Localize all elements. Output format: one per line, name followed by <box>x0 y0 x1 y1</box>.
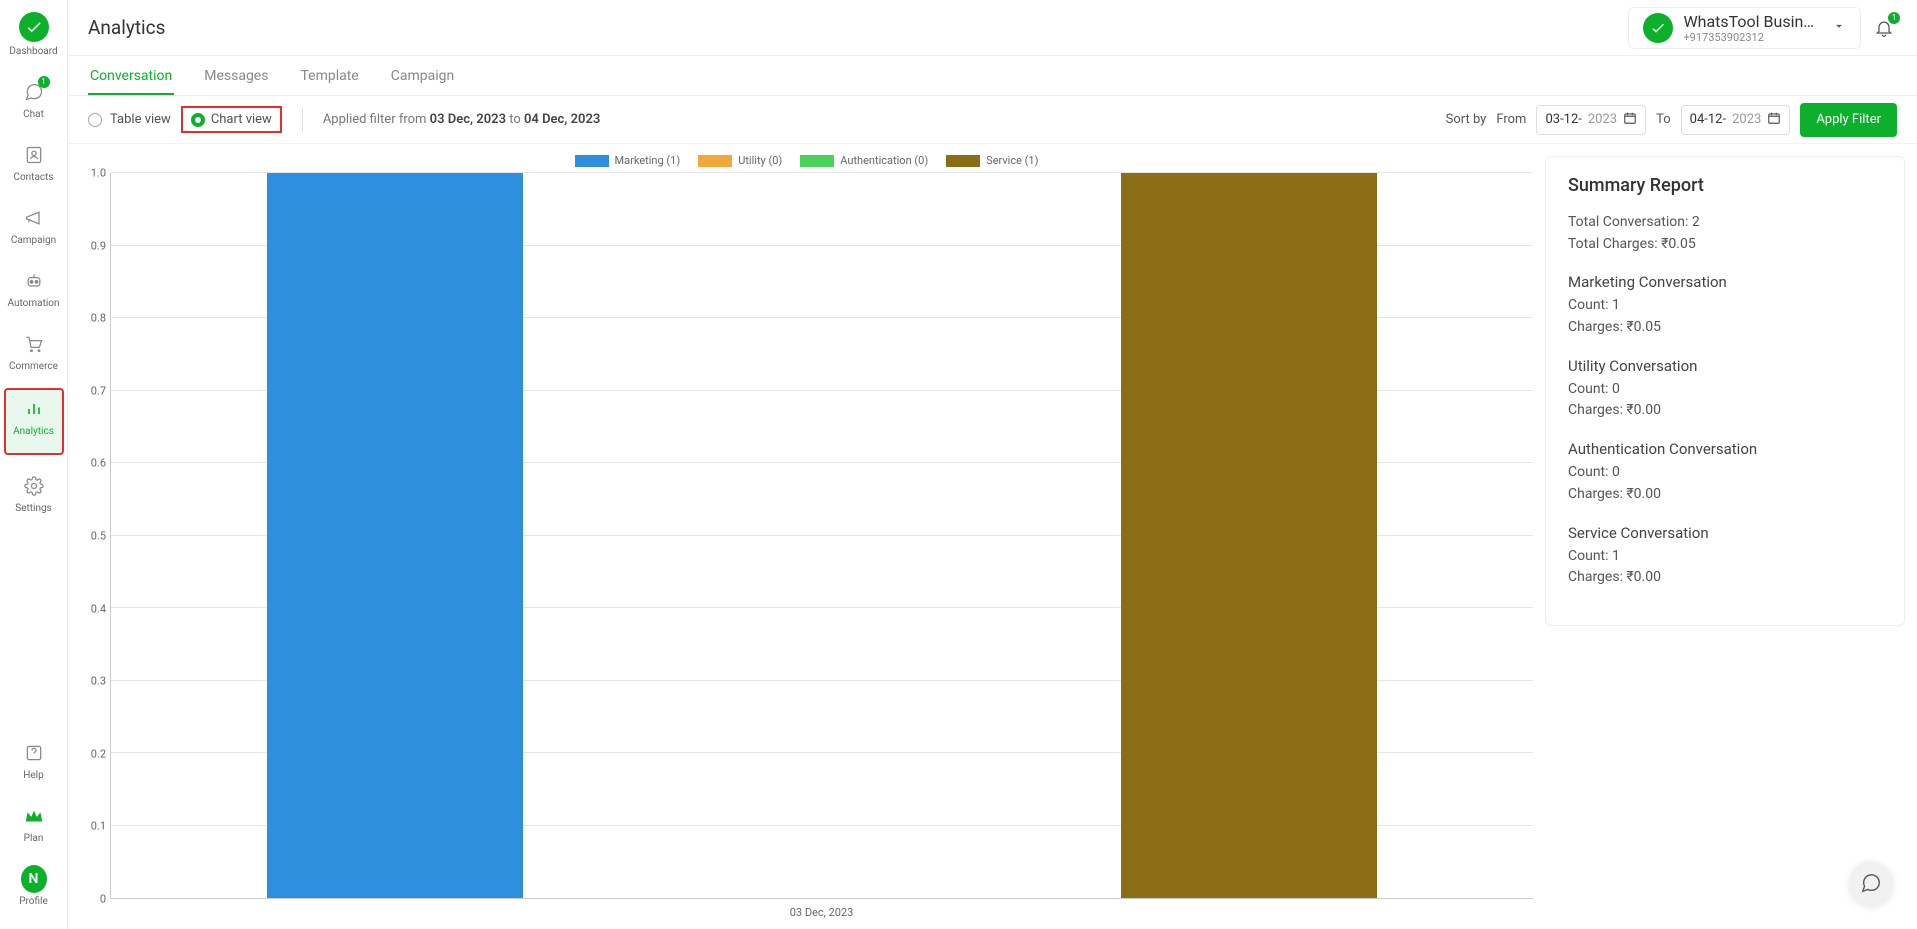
sidebar-label-help: Help <box>4 770 64 781</box>
topbar: Analytics WhatsTool Busin… +917353902312… <box>68 0 1917 56</box>
table-view-toggle[interactable]: Table view <box>88 112 171 127</box>
help-icon <box>21 740 47 766</box>
y-axis: 0 0.1 0.2 0.3 0.4 0.5 0.6 0.7 0.8 0.9 1.… <box>80 173 110 899</box>
total-conversation: Total Conversation: 2 <box>1568 212 1882 234</box>
sidebar-item-plan[interactable]: Plan <box>4 797 64 860</box>
sidebar-label-dashboard: Dashboard <box>4 46 64 57</box>
crown-icon <box>21 803 47 829</box>
main: Analytics WhatsTool Busin… +917353902312… <box>68 0 1917 929</box>
legend-marketing[interactable]: Marketing (1) <box>575 154 681 167</box>
content: Marketing (1) Utility (0) Authentication… <box>68 144 1917 929</box>
chat-badge: 1 <box>38 76 50 88</box>
notifications-button[interactable]: 1 <box>1871 15 1897 41</box>
table-view-radio[interactable] <box>88 113 102 127</box>
summary-authentication: Authentication Conversation Count: 0 Cha… <box>1568 440 1882 505</box>
bar-service[interactable] <box>1121 173 1377 898</box>
chart-legend: Marketing (1) Utility (0) Authentication… <box>80 148 1533 171</box>
bar-group-1 <box>111 173 1533 898</box>
chart-view-toggle[interactable]: Chart view <box>181 106 282 133</box>
chat-icon: 1 <box>21 79 47 105</box>
sidebar-label-automation: Automation <box>4 298 64 309</box>
chart-area: Marketing (1) Utility (0) Authentication… <box>80 148 1533 925</box>
legend-utility[interactable]: Utility (0) <box>698 154 782 167</box>
sidebar-item-chat[interactable]: 1 Chat <box>4 73 64 136</box>
sidebar-item-analytics[interactable]: Analytics <box>4 388 64 455</box>
tab-conversation[interactable]: Conversation <box>88 58 174 95</box>
notifications-badge: 1 <box>1888 12 1900 24</box>
sidebar-label-campaign: Campaign <box>4 235 64 246</box>
chevron-down-icon <box>1832 18 1846 37</box>
sidebar-label-commerce: Commerce <box>4 361 64 372</box>
calendar-icon <box>1767 111 1781 129</box>
from-date-input[interactable]: 03-12-2023 <box>1536 105 1646 135</box>
gear-icon <box>21 473 47 499</box>
sidebar-item-commerce[interactable]: Commerce <box>4 325 64 388</box>
avatar-letter: N <box>21 865 47 893</box>
legend-authentication[interactable]: Authentication (0) <box>800 154 928 167</box>
logo-icon <box>19 12 49 42</box>
x-axis-label: 03 Dec, 2023 <box>110 899 1533 925</box>
account-icon <box>1643 13 1673 43</box>
floating-chat-button[interactable] <box>1849 861 1893 905</box>
summary-utility: Utility Conversation Count: 0 Charges: ₹… <box>1568 357 1882 422</box>
sidebar-item-help[interactable]: Help <box>4 734 64 797</box>
sidebar: Dashboard 1 Chat Contacts Campaign <box>0 0 68 929</box>
tab-template[interactable]: Template <box>298 58 360 95</box>
legend-service[interactable]: Service (1) <box>946 154 1038 167</box>
table-view-label: Table view <box>110 112 171 127</box>
to-date-input[interactable]: 04-12-2023 <box>1681 105 1791 135</box>
filter-row: Table view Chart view Applied filter fro… <box>68 96 1917 144</box>
sidebar-label-profile: Profile <box>4 896 64 907</box>
total-charges: Total Charges: ₹0.05 <box>1568 234 1882 256</box>
summary-report: Summary Report Total Conversation: 2 Tot… <box>1545 156 1905 626</box>
bar-marketing[interactable] <box>267 173 523 898</box>
summary-title: Summary Report <box>1568 175 1882 196</box>
account-phone: +917353902312 <box>1683 31 1814 44</box>
tab-messages[interactable]: Messages <box>202 58 270 95</box>
sidebar-label-chat: Chat <box>4 109 64 120</box>
chart-plot: 0 0.1 0.2 0.3 0.4 0.5 0.6 0.7 0.8 0.9 1.… <box>80 173 1533 899</box>
automation-icon <box>21 268 47 294</box>
sidebar-item-profile[interactable]: N Profile <box>4 860 64 923</box>
sidebar-item-dashboard[interactable]: Dashboard <box>4 6 64 73</box>
sidebar-item-campaign[interactable]: Campaign <box>4 199 64 262</box>
sidebar-item-automation[interactable]: Automation <box>4 262 64 325</box>
apply-filter-button[interactable]: Apply Filter <box>1800 103 1897 137</box>
sidebar-item-settings[interactable]: Settings <box>4 467 64 530</box>
sidebar-label-contacts: Contacts <box>4 172 64 183</box>
tabs: Conversation Messages Template Campaign <box>68 56 1917 96</box>
sort-by-label: Sort by <box>1446 112 1487 127</box>
page-title: Analytics <box>88 16 165 39</box>
tab-campaign[interactable]: Campaign <box>389 58 456 95</box>
account-switcher[interactable]: WhatsTool Busin… +917353902312 <box>1628 7 1861 49</box>
summary-marketing: Marketing Conversation Count: 1 Charges:… <box>1568 273 1882 338</box>
megaphone-icon <box>21 205 47 231</box>
analytics-icon <box>21 396 47 422</box>
calendar-icon <box>1623 111 1637 129</box>
chart-view-label: Chart view <box>211 112 272 127</box>
avatar-icon: N <box>21 866 47 892</box>
sidebar-item-contacts[interactable]: Contacts <box>4 136 64 199</box>
chart-view-radio[interactable] <box>191 113 205 127</box>
applied-filter-text: Applied filter from 03 Dec, 2023 to 04 D… <box>323 112 601 127</box>
to-label: To <box>1656 112 1671 127</box>
from-label: From <box>1496 112 1526 127</box>
summary-service: Service Conversation Count: 1 Charges: ₹… <box>1568 524 1882 589</box>
account-name: WhatsTool Busin… <box>1683 12 1814 31</box>
chart-grid <box>110 173 1533 899</box>
contacts-icon <box>21 142 47 168</box>
sidebar-label-analytics: Analytics <box>6 426 62 437</box>
sidebar-label-plan: Plan <box>4 833 64 844</box>
sidebar-label-settings: Settings <box>4 503 64 514</box>
cart-icon <box>21 331 47 357</box>
